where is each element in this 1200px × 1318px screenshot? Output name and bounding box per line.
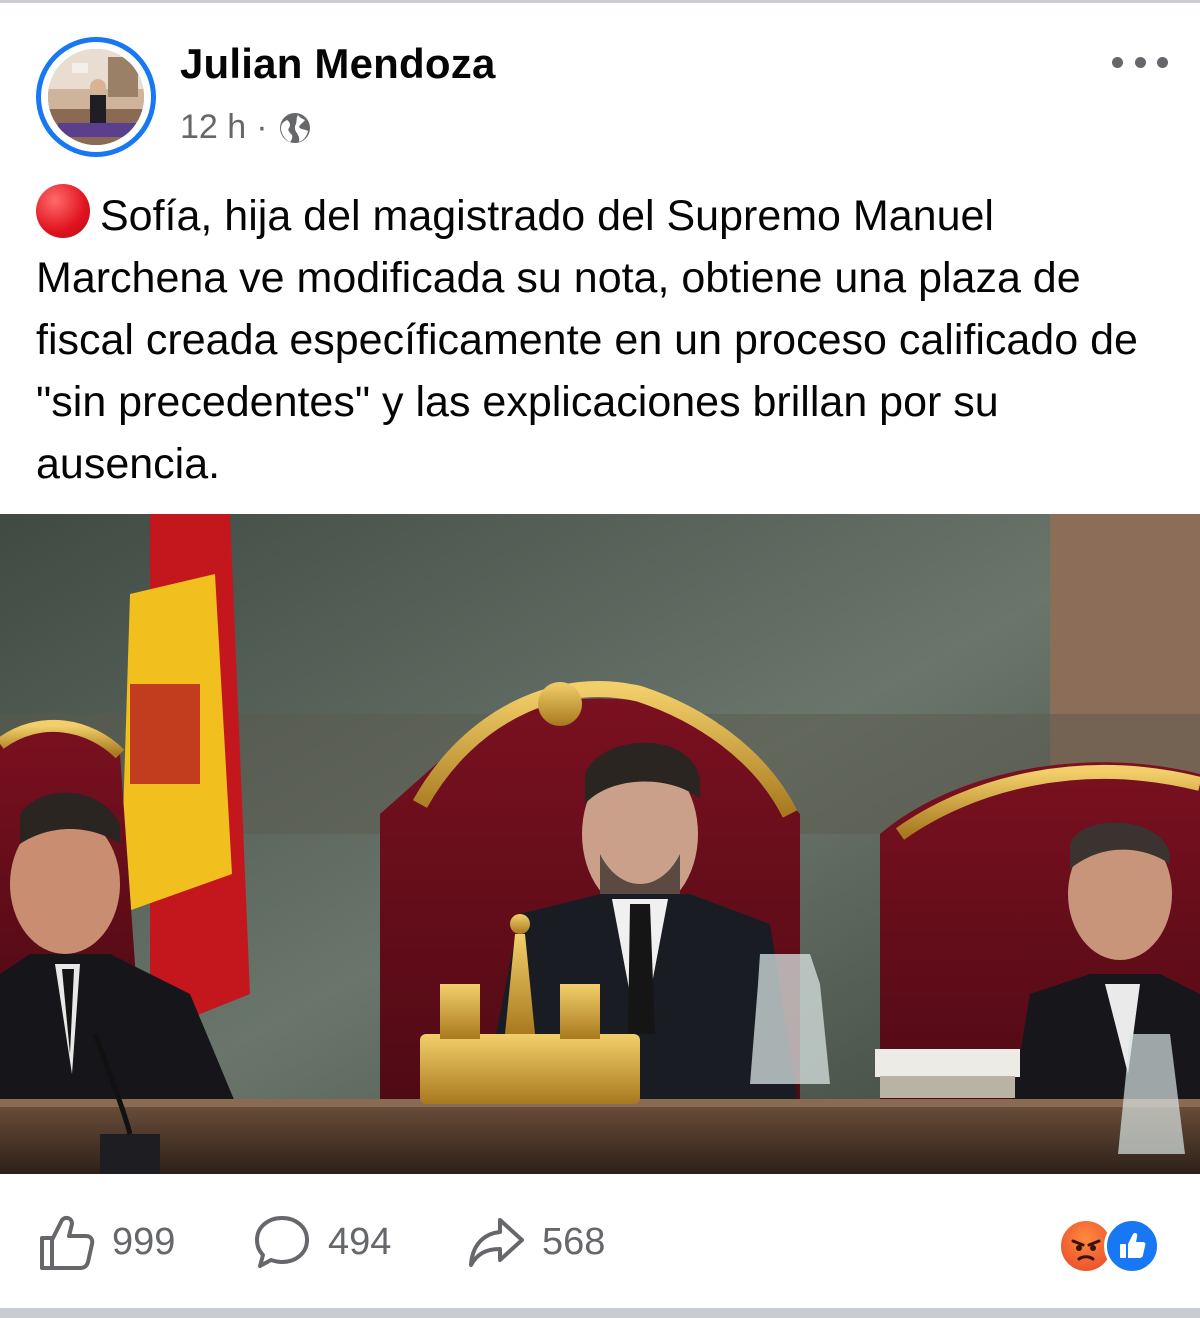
share-count: 568 <box>542 1220 606 1263</box>
globe-icon <box>279 112 310 143</box>
more-options-icon[interactable] <box>1112 56 1168 68</box>
like-count: 999 <box>112 1220 176 1263</box>
post-text-block: Sofía, hija del magistrado del Supremo M… <box>36 184 1166 495</box>
comment-count: 494 <box>328 1220 392 1263</box>
more-dot <box>1134 56 1146 68</box>
reaction-summary[interactable] <box>1058 1216 1162 1274</box>
more-dot <box>1157 56 1168 68</box>
like-icon <box>40 1215 95 1270</box>
more-dot <box>1112 56 1123 68</box>
action-bar: 999 494 568 <box>0 1200 1200 1290</box>
post-time[interactable]: 12 h <box>180 108 246 147</box>
share-button[interactable]: 568 <box>466 1212 605 1272</box>
avatar[interactable] <box>36 37 156 157</box>
author-name[interactable]: Julian Mendoza <box>180 40 496 88</box>
like-button[interactable]: 999 <box>36 1212 175 1272</box>
top-divider <box>0 0 1200 3</box>
bottom-divider <box>0 1308 1200 1318</box>
comment-button[interactable]: 494 <box>252 1212 391 1272</box>
courtroom-photo <box>0 514 1200 1174</box>
share-icon <box>469 1218 524 1267</box>
red-circle-icon <box>36 184 90 238</box>
post-text: Sofía, hija del magistrado del Supremo M… <box>36 192 1138 488</box>
like-reaction-icon <box>1104 1218 1160 1274</box>
avatar-photo <box>48 49 144 145</box>
post-meta: 12 h · <box>180 108 312 147</box>
comment-icon <box>255 1216 309 1268</box>
post-photo[interactable] <box>0 514 1200 1174</box>
meta-separator: · <box>256 108 268 146</box>
